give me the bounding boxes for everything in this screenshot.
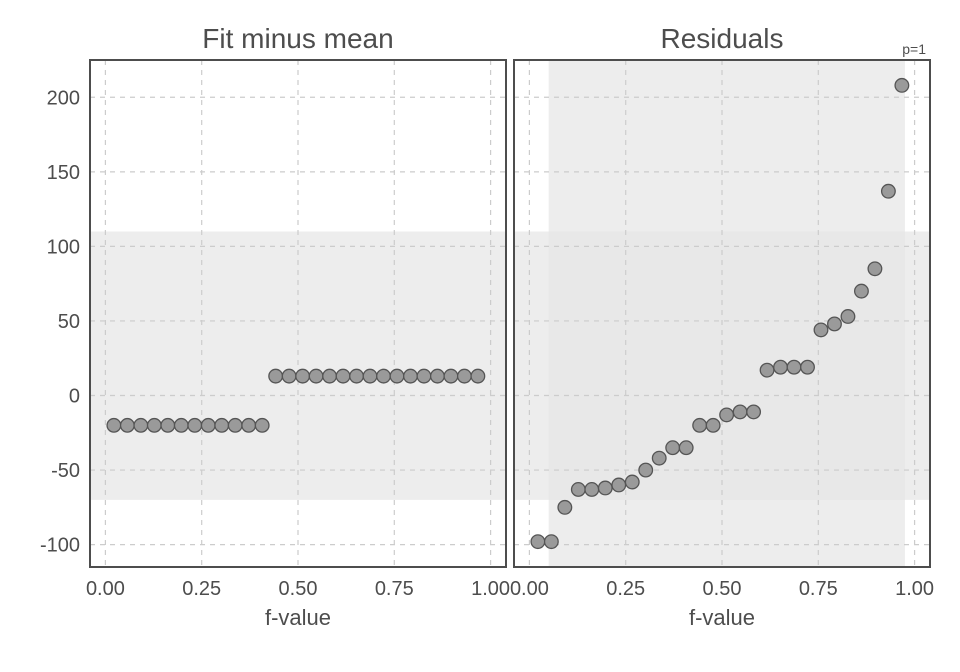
- x-tick-label: 0.00: [510, 578, 549, 600]
- y-tick-label: 150: [47, 162, 80, 184]
- y-tick-label: 0: [69, 386, 80, 408]
- data-point: [363, 369, 377, 383]
- data-point: [868, 262, 882, 276]
- data-point: [404, 369, 418, 383]
- data-point: [255, 419, 269, 433]
- data-point: [161, 419, 175, 433]
- data-point: [323, 369, 337, 383]
- facet-title: Residuals: [661, 23, 784, 54]
- y-tick-label: 50: [58, 311, 80, 333]
- data-point: [531, 535, 545, 549]
- data-point: [733, 405, 747, 419]
- data-point: [121, 419, 135, 433]
- x-tick-label: 0.75: [375, 578, 414, 600]
- data-point: [774, 360, 788, 374]
- data-point: [545, 535, 559, 549]
- x-tick-label: 0.25: [182, 578, 221, 600]
- data-point: [134, 419, 148, 433]
- data-point: [612, 478, 626, 492]
- data-point: [828, 317, 842, 331]
- y-tick-label: -50: [51, 460, 80, 482]
- data-point: [309, 369, 323, 383]
- data-point: [625, 475, 639, 489]
- data-point: [107, 419, 121, 433]
- x-tick-label: 1.00: [895, 578, 934, 600]
- data-point: [895, 79, 909, 93]
- panel-0: Fit minus mean 0.00 0.25 0.50 0.75 1.00 f-valu…: [40, 23, 510, 630]
- data-point: [801, 360, 815, 374]
- panel-1: Residuals 0.00 0.25 0.50 0.75 1.00 f-value p=1: [510, 23, 934, 630]
- x-tick-label: 0.00: [86, 578, 125, 600]
- data-point: [188, 419, 202, 433]
- data-point: [639, 463, 653, 477]
- data-point: [269, 369, 283, 383]
- data-point: [390, 369, 404, 383]
- data-point: [841, 310, 855, 324]
- data-point: [458, 369, 472, 383]
- data-point: [215, 419, 229, 433]
- data-point: [201, 419, 215, 433]
- data-point: [471, 369, 485, 383]
- data-point: [558, 501, 572, 515]
- data-point: [814, 323, 828, 337]
- annotation: p=1: [902, 41, 926, 57]
- faceted-scatter-plot: Fit minus mean 0.00 0.25 0.50 0.75 1.00 f-valu…: [0, 0, 960, 672]
- data-point: [228, 419, 242, 433]
- x-tick-label: 0.75: [799, 578, 838, 600]
- data-point: [282, 369, 296, 383]
- chart-svg: Fit minus mean 0.00 0.25 0.50 0.75 1.00 f-valu…: [0, 0, 960, 672]
- data-point: [598, 481, 612, 495]
- data-point: [720, 408, 734, 422]
- data-point: [572, 483, 586, 497]
- data-point: [417, 369, 431, 383]
- x-tick-label: 0.50: [279, 578, 318, 600]
- data-point: [679, 441, 693, 455]
- y-tick-label: 100: [47, 236, 80, 258]
- data-point: [747, 405, 761, 419]
- data-point: [296, 369, 310, 383]
- x-axis-label: f-value: [689, 605, 755, 630]
- x-axis-label: f-value: [265, 605, 331, 630]
- facet-title: Fit minus mean: [202, 23, 393, 54]
- data-point: [855, 284, 869, 298]
- data-point: [174, 419, 188, 433]
- data-point: [787, 360, 801, 374]
- x-tick-label: 0.25: [606, 578, 645, 600]
- data-point: [242, 419, 256, 433]
- data-point: [882, 184, 896, 198]
- data-point: [350, 369, 364, 383]
- data-point: [666, 441, 680, 455]
- data-point: [652, 451, 666, 465]
- data-point: [693, 419, 707, 433]
- y-tick-label: -100: [40, 535, 80, 557]
- data-point: [377, 369, 391, 383]
- data-point: [706, 419, 720, 433]
- data-point: [431, 369, 445, 383]
- data-point: [760, 363, 774, 377]
- data-point: [148, 419, 162, 433]
- x-tick-label: 0.50: [703, 578, 742, 600]
- data-point: [336, 369, 350, 383]
- data-point: [444, 369, 458, 383]
- y-tick-label: 200: [47, 87, 80, 109]
- x-tick-label: 1.00: [471, 578, 510, 600]
- data-point: [585, 483, 599, 497]
